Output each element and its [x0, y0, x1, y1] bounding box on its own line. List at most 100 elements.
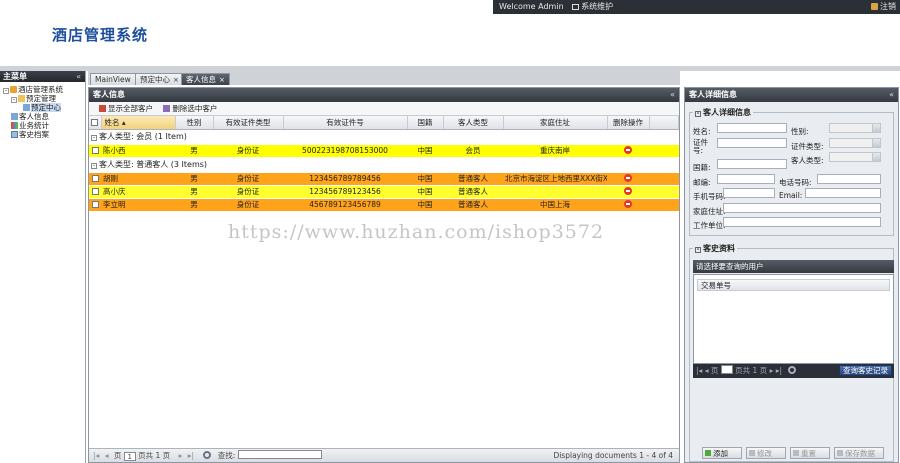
- doc-icon: [11, 131, 18, 138]
- main-menu-title: 主菜单: [3, 72, 27, 81]
- edit-icon: [749, 450, 755, 456]
- show-all-button[interactable]: 显示全部客户: [99, 104, 153, 113]
- row-checkbox[interactable]: [91, 201, 99, 208]
- tree-node-booking-mgmt[interactable]: - 预定管理: [3, 94, 85, 103]
- app-title: 酒店管理系统: [52, 26, 149, 44]
- delete-icon: [163, 105, 171, 112]
- group-row-regular[interactable]: - 客人类型: 普通客人 (3 Items): [89, 157, 679, 173]
- save-button[interactable]: 保存数据: [834, 447, 884, 459]
- collapse-toggle-icon[interactable]: -: [91, 135, 97, 141]
- column-header-id-no[interactable]: 有效证件号: [283, 116, 408, 130]
- gender-select[interactable]: [829, 123, 881, 133]
- tree-node-booking-center[interactable]: 预定中心: [3, 103, 85, 112]
- column-header-id-type[interactable]: 有效证件类型: [213, 116, 284, 130]
- last-page-icon[interactable]: ▸|: [776, 366, 782, 375]
- table-row[interactable]: 陈小西 男 身份证 500223198708153000 中国 会员 重庆南岸: [89, 144, 679, 158]
- row-checkbox[interactable]: [91, 147, 99, 154]
- home-address-field[interactable]: [723, 203, 881, 213]
- close-icon[interactable]: ×: [219, 76, 225, 84]
- tab-mainview[interactable]: MainView: [90, 73, 136, 85]
- mobile-field[interactable]: [723, 188, 775, 198]
- tree-node-business-stats[interactable]: 业务统计: [3, 121, 85, 130]
- tab-guest-info[interactable]: 客人信息 ×: [181, 73, 230, 85]
- delete-row-icon[interactable]: [624, 187, 632, 195]
- phone-field[interactable]: [817, 174, 881, 184]
- detail-legend[interactable]: - 客人详细信息: [693, 107, 753, 118]
- tab-booking-center[interactable]: 预定中心 ×: [135, 73, 184, 85]
- welcome-bar: Welcome Admin 系统维护 注销: [493, 0, 900, 14]
- refresh-icon[interactable]: [203, 451, 212, 459]
- tree-node-hotel-system[interactable]: - 酒店管理系统: [3, 85, 85, 94]
- email-field[interactable]: [805, 188, 881, 198]
- reset-button[interactable]: 重置: [790, 447, 830, 459]
- query-history-button[interactable]: 查询客史记录: [839, 365, 892, 376]
- column-header-country[interactable]: 国籍: [407, 116, 444, 130]
- column-header-name[interactable]: 姓名 ▴: [101, 116, 176, 130]
- home-icon: [10, 86, 17, 93]
- delete-selected-button[interactable]: 删除选中客户: [163, 104, 217, 113]
- chevron-down-icon[interactable]: [872, 124, 880, 132]
- column-header-guest-type[interactable]: 客人类型: [443, 116, 504, 130]
- country-field[interactable]: [717, 159, 787, 169]
- grid-title: 客人信息: [93, 90, 125, 99]
- delete-row-icon[interactable]: [624, 146, 632, 154]
- column-header-gender[interactable]: 性别: [175, 116, 214, 130]
- first-page-icon[interactable]: |◂: [93, 451, 99, 460]
- folder-icon: [18, 95, 25, 102]
- search-input[interactable]: [237, 450, 322, 459]
- row-checkbox[interactable]: [91, 175, 99, 182]
- menu-tree: - 酒店管理系统 - 预定管理 预定中心 客人信息 业务统计 客史档案: [0, 82, 85, 139]
- guest-type-select[interactable]: [829, 152, 881, 162]
- edit-button[interactable]: 修改: [746, 447, 786, 459]
- chevron-down-icon[interactable]: [872, 139, 880, 147]
- table-row[interactable]: 胡刚 男 身份证 123456789789456 中国 普通客人 北京市海淀区上…: [89, 172, 679, 186]
- history-grid-header: 请选择要查询的用户: [693, 260, 894, 273]
- collapse-toggle-icon[interactable]: -: [695, 111, 701, 117]
- system-maintenance-link[interactable]: 系统维护: [572, 2, 613, 11]
- name-field[interactable]: [717, 123, 787, 133]
- add-button[interactable]: 添加: [702, 447, 742, 459]
- page-number-input[interactable]: [720, 365, 733, 374]
- collapse-icon[interactable]: «: [76, 71, 81, 82]
- column-header-transaction-no[interactable]: 交易单号: [697, 279, 890, 291]
- table-row[interactable]: 李立明 男 身份证 456789123456789 中国 普通客人 中国上海: [89, 198, 679, 212]
- tree-node-guest-info[interactable]: 客人信息: [3, 112, 85, 121]
- chevron-down-icon[interactable]: [872, 153, 880, 161]
- collapse-toggle-icon[interactable]: -: [3, 88, 9, 94]
- prev-page-icon[interactable]: ◂: [105, 451, 109, 460]
- collapse-toggle-icon[interactable]: -: [11, 97, 17, 103]
- next-page-icon[interactable]: ▸: [770, 366, 774, 375]
- close-icon[interactable]: ×: [173, 76, 179, 84]
- watermark-text: https://www.huzhan.com/ishop3572: [228, 221, 605, 243]
- prev-page-icon[interactable]: ◂: [705, 366, 709, 375]
- first-page-icon[interactable]: |◂: [696, 366, 702, 375]
- last-page-icon[interactable]: ▸|: [188, 451, 194, 460]
- guest-detail-panel: 客人详细信息 « - 客人详细信息 姓名: 性别: 证件号: 证件类型: 客人类型…: [684, 87, 899, 463]
- work-unit-field[interactable]: [723, 217, 881, 227]
- collapse-icon[interactable]: «: [889, 88, 894, 102]
- column-header-address[interactable]: 家庭住址: [503, 116, 608, 130]
- history-legend[interactable]: - 客史资料: [693, 243, 737, 254]
- group-row-member[interactable]: - 客人类型: 会员 (1 Item): [89, 129, 679, 145]
- refresh-icon[interactable]: [788, 366, 797, 374]
- collapse-icon[interactable]: «: [670, 88, 675, 102]
- logout-link[interactable]: 注销: [871, 0, 896, 14]
- collapse-toggle-icon[interactable]: -: [695, 247, 701, 253]
- id-number-field[interactable]: [717, 138, 787, 148]
- delete-row-icon[interactable]: [624, 200, 632, 208]
- column-header-filler: [649, 116, 679, 130]
- column-header-delete[interactable]: 删除操作: [607, 116, 650, 130]
- sort-asc-icon: ▴: [121, 117, 126, 127]
- guest-detail-header: 客人详细信息 «: [685, 88, 898, 102]
- table-row[interactable]: 高小庆 男 身份证 123456789123456 中国 普通客人: [89, 185, 679, 199]
- zip-field[interactable]: [717, 174, 775, 184]
- id-type-select[interactable]: [829, 138, 881, 148]
- delete-row-icon[interactable]: [624, 174, 632, 182]
- collapse-toggle-icon[interactable]: -: [91, 163, 97, 169]
- row-checkbox[interactable]: [91, 188, 99, 195]
- page-number-input[interactable]: 1: [123, 452, 136, 461]
- select-all-checkbox[interactable]: [89, 116, 102, 130]
- page-icon: [11, 113, 18, 120]
- next-page-icon[interactable]: ▸: [179, 451, 183, 460]
- tree-node-guest-history[interactable]: 客史档案: [3, 130, 85, 139]
